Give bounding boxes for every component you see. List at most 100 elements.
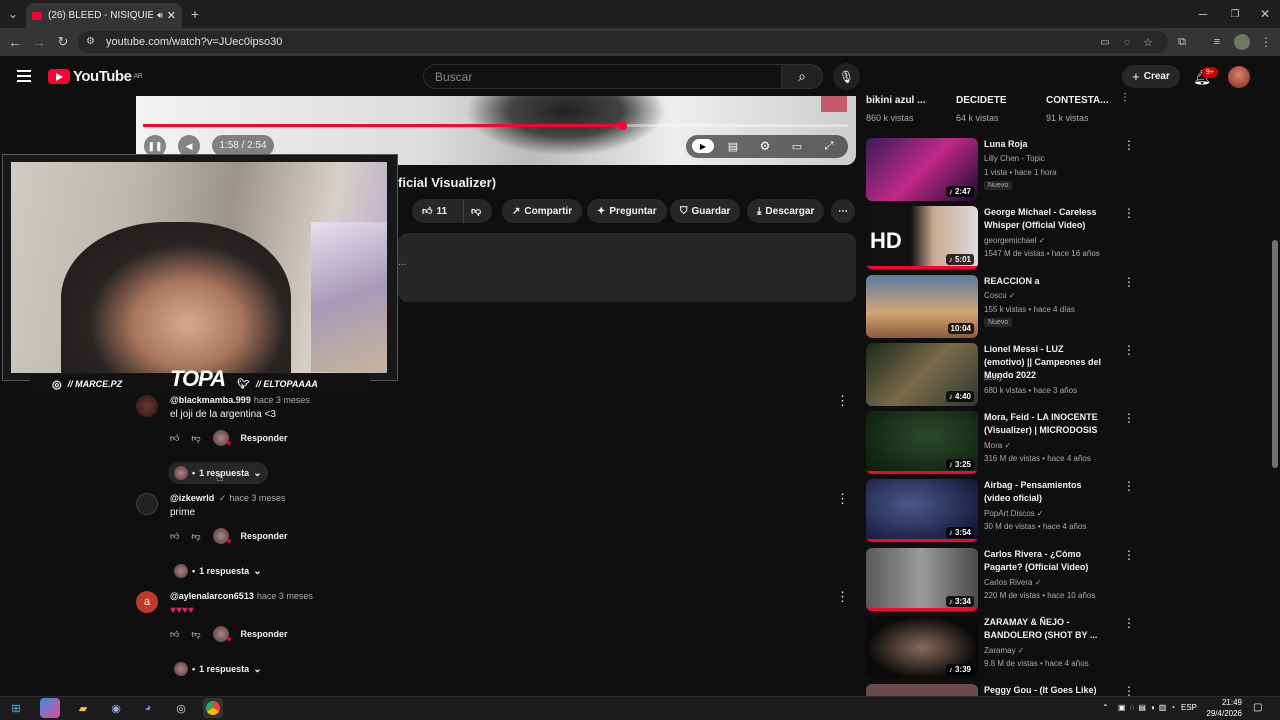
comment-like-icon[interactable]: 👍︎: [170, 433, 179, 444]
video-title[interactable]: ZARAMAY & ÑEJO - BANDOLERO (SHOT BY ...: [984, 616, 1104, 642]
chrome-icon[interactable]: [203, 698, 223, 718]
save-button[interactable]: ⛉ Guardar: [670, 199, 741, 223]
fullscreen-icon[interactable]: ⤢: [820, 138, 838, 154]
reply-button[interactable]: Responder: [241, 433, 288, 443]
copilot-icon[interactable]: [40, 698, 60, 718]
download-button[interactable]: ⤓ Descargar: [747, 199, 825, 223]
channel-name[interactable]: Carlos Rivera ✓: [984, 578, 1041, 587]
video-menu-icon[interactable]: ⋮: [1123, 684, 1135, 696]
sidebar-video[interactable]: ♪ 3:34 Carlos Rivera - ¿Cómo Pagarte? (O…: [866, 548, 1136, 612]
description-box[interactable]: ...: [398, 233, 856, 302]
like-button[interactable]: 👍︎ 11: [412, 199, 464, 223]
file-explorer-icon[interactable]: ▰: [73, 698, 93, 718]
sidebar-top-title[interactable]: DECIDETE: [956, 95, 1007, 106]
address-bar[interactable]: ⚙︎ youtube.com/watch?v=JUec0ipso30: [78, 31, 1168, 53]
video-title[interactable]: Mora, Feid - LA INOCENTE (Visualizer) | …: [984, 411, 1104, 437]
video-menu-icon[interactable]: ⋮: [1123, 138, 1135, 152]
video-thumbnail[interactable]: ♪ 3:54: [866, 479, 978, 542]
create-button[interactable]: + Crear: [1122, 65, 1180, 88]
back-icon[interactable]: ←: [6, 33, 24, 51]
notification-center-icon[interactable]: ▢: [1253, 702, 1262, 713]
close-window-icon[interactable]: ✕: [1258, 6, 1272, 22]
video-title[interactable]: George Michael - Careless Whisper (Offic…: [984, 206, 1104, 232]
extensions-icon[interactable]: ⧉: [1175, 35, 1189, 49]
input-language[interactable]: ESP: [1181, 703, 1197, 712]
channel-name[interactable]: georgemichael ✓: [984, 236, 1045, 245]
bookmark-star-icon[interactable]: ☆: [1141, 35, 1155, 49]
comment-like-icon[interactable]: 👍︎: [170, 531, 179, 542]
comment-author[interactable]: @aylenalarcon6513 hace 3 meses: [170, 591, 313, 601]
browser-tab[interactable]: (26) BLEED - NISIQUIERA LI 🔊︎ ✕: [26, 3, 182, 28]
search-input[interactable]: Buscar: [423, 64, 781, 89]
minimize-icon[interactable]: ─: [1196, 6, 1210, 22]
profile-avatar[interactable]: [1234, 34, 1250, 50]
steam-icon[interactable]: ◉: [106, 698, 126, 718]
video-thumbnail[interactable]: HD ♪ 5:01: [866, 206, 978, 269]
video-thumbnail[interactable]: [866, 684, 978, 696]
view-replies-button[interactable]: • 1 respuesta ⌄: [168, 560, 268, 582]
channel-name[interactable]: PopArt Discos ✓: [984, 509, 1044, 518]
video-thumbnail[interactable]: ♪ 3:34: [866, 548, 978, 611]
channel-name[interactable]: Lilly Chen - Topic: [984, 154, 1045, 163]
video-title[interactable]: Luna Roja: [984, 138, 1104, 151]
video-title[interactable]: Peggy Gou - (It Goes Like): [984, 684, 1104, 696]
video-thumbnail[interactable]: ♪ 3:39: [866, 616, 978, 679]
comment-avatar[interactable]: [136, 493, 158, 515]
settings-gear-icon[interactable]: ⚙︎: [756, 138, 774, 154]
sidebar-video[interactable]: HD ♪ 5:01 George Michael - Careless Whisp…: [866, 206, 1136, 270]
cast-icon[interactable]: ▭: [1098, 35, 1112, 49]
comment-author[interactable]: @blackmamba.999 hace 3 meses: [170, 395, 310, 405]
comment-menu-icon[interactable]: ⋮: [836, 589, 849, 605]
close-tab-icon[interactable]: ✕: [167, 9, 176, 22]
search-button[interactable]: ⌕: [781, 64, 823, 89]
comment-like-icon[interactable]: 👍︎: [170, 629, 179, 640]
subtitles-icon[interactable]: ▤: [724, 138, 742, 154]
video-menu-icon[interactable]: ⋮: [1123, 411, 1135, 425]
restore-icon[interactable]: ❐: [1228, 6, 1242, 22]
comment-menu-icon[interactable]: ⋮: [836, 491, 849, 507]
comment-dislike-icon[interactable]: 👎︎: [191, 433, 200, 444]
sidebar-top-title[interactable]: CONTESTA...: [1046, 95, 1109, 106]
video-thumbnail[interactable]: ♪ 4:40: [866, 343, 978, 406]
forward-icon[interactable]: →: [30, 33, 48, 51]
video-menu-icon[interactable]: ⋮: [1123, 275, 1135, 289]
video-menu-icon[interactable]: ⋮: [1123, 206, 1135, 220]
video-thumbnail[interactable]: ♪ 2:47: [866, 138, 978, 201]
sidebar-top-menu-icon[interactable]: ⋮: [1120, 92, 1130, 103]
sidebar-video[interactable]: ♪ 3:39 ZARAMAY & ÑEJO - BANDOLERO (SHOT …: [866, 616, 1136, 680]
account-avatar[interactable]: [1228, 66, 1250, 88]
channel-name[interactable]: Coscu ✓: [984, 291, 1016, 300]
sidebar-top-title[interactable]: bikini azul ...: [866, 95, 925, 106]
reply-button[interactable]: Responder: [241, 629, 288, 639]
comment-author[interactable]: @izkewrld ✓ hace 3 meses: [170, 493, 285, 504]
discord-icon[interactable]: ◕: [138, 698, 158, 718]
youtube-logo[interactable]: YouTube AR: [48, 68, 143, 85]
video-title[interactable]: Carlos Rivera - ¿Cómo Pagarte? (Official…: [984, 548, 1104, 574]
theater-mode-icon[interactable]: ▭: [788, 138, 806, 154]
comment-avatar[interactable]: a: [136, 591, 158, 613]
ask-button[interactable]: ✦ Preguntar: [587, 199, 667, 223]
video-thumbnail[interactable]: 10:04: [866, 275, 978, 338]
video-title[interactable]: REACCION a: [984, 275, 1104, 288]
video-menu-icon[interactable]: ⋮: [1123, 548, 1135, 562]
comment-menu-icon[interactable]: ⋮: [836, 393, 849, 409]
channel-name[interactable]: Mora ✓: [984, 441, 1011, 450]
dislike-button[interactable]: 👎︎: [464, 199, 492, 223]
sidebar-video[interactable]: ♪ 2:47 Luna Roja Lilly Chen - Topic 1 vi…: [866, 138, 1136, 202]
autoplay-toggle[interactable]: ▶: [692, 139, 714, 153]
hamburger-menu-icon[interactable]: [17, 70, 31, 82]
video-menu-icon[interactable]: ⋮: [1123, 343, 1135, 357]
sidebar-video[interactable]: ♪ 3:54 Airbag - Pensamientos (video ofic…: [866, 479, 1136, 543]
view-replies-button[interactable]: • 1 respuesta ⌄: [168, 658, 268, 680]
sidebar-video[interactable]: ♪ 3:25 Mora, Feid - LA INOCENTE (Visuali…: [866, 411, 1136, 475]
reload-icon[interactable]: ↻: [54, 33, 72, 51]
video-menu-icon[interactable]: ⋮: [1123, 616, 1135, 630]
more-actions-button[interactable]: ⋯: [831, 199, 855, 223]
reply-button[interactable]: Responder: [241, 531, 288, 541]
sidebar-video[interactable]: ♪ 4:40 Lionel Messi - LUZ (emotivo) || C…: [866, 343, 1136, 407]
media-icon[interactable]: ≡: [1210, 35, 1224, 49]
page-scrollbar[interactable]: [1272, 240, 1278, 468]
windows-start-icon[interactable]: ⊞: [6, 698, 26, 718]
comment-dislike-icon[interactable]: 👎︎: [191, 531, 200, 542]
tray-icons[interactable]: ▣◌▤◑▥◔: [1118, 703, 1179, 712]
